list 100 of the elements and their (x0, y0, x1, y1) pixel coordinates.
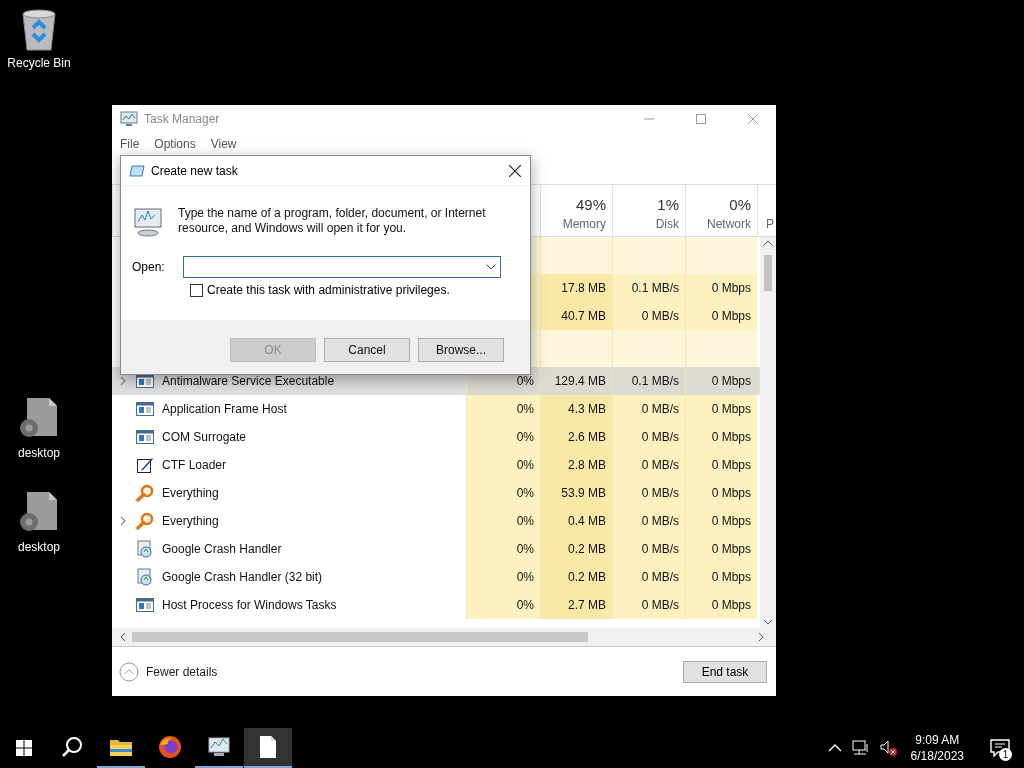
open-combobox[interactable] (182, 256, 501, 278)
horizontal-scrollbar[interactable] (112, 628, 776, 647)
expand-chevron-icon[interactable] (120, 516, 126, 526)
window-title: Task Manager (144, 112, 220, 126)
column-header[interactable]: Disk (655, 217, 679, 231)
monitor-chart-icon (120, 111, 138, 127)
magnifier-icon (136, 484, 154, 502)
table-cell: 0 MB/s (612, 563, 685, 591)
table-cell: 0.2 MB (540, 563, 612, 591)
desktop-icon-label[interactable]: desktop (18, 540, 60, 554)
desktop-icon-label[interactable]: Recycle Bin (7, 56, 71, 70)
notification-badge: 1 (999, 748, 1012, 761)
table-cell (685, 237, 757, 274)
process-name: COM Surrogate (162, 430, 247, 444)
clock-date[interactable]: 6/18/2023 (910, 748, 964, 764)
table-cell: 0 Mbps (685, 302, 757, 330)
table-cell: 0% (466, 507, 540, 535)
table-cell: 0 Mbps (685, 274, 757, 302)
scrollbar-thumb[interactable] (132, 632, 588, 642)
dialog-title: Create new task (151, 163, 238, 178)
checkbox-label[interactable]: Create this task with administrative privileges. (207, 283, 450, 297)
notification-icon[interactable] (990, 739, 1010, 757)
menu-item[interactable]: View (206, 137, 241, 151)
document-icon[interactable] (258, 735, 278, 759)
app-window-icon (136, 597, 154, 613)
taskbar-app[interactable] (244, 728, 292, 768)
table-cell: 0 MB/s (612, 451, 685, 479)
table-cell: 0 MB/s (612, 535, 685, 563)
table-cell: 0 MB/s (612, 423, 685, 451)
desktop-icon-label[interactable]: desktop (18, 446, 60, 460)
column-header[interactable]: Network (707, 217, 751, 231)
process-name: Everything (162, 514, 219, 528)
table-cell (685, 330, 757, 367)
browser-icon[interactable] (158, 735, 182, 759)
chevron-up-icon[interactable] (827, 743, 842, 753)
clock-time[interactable]: 9:09 AM (915, 732, 960, 748)
dialog-button[interactable]: Browse... (418, 338, 504, 362)
process-name: CTF Loader (162, 458, 227, 472)
expand-chevron-icon[interactable] (120, 376, 126, 386)
process-name: Host Process for Windows Tasks (162, 598, 337, 612)
column-percent[interactable]: 1% (657, 196, 679, 213)
app-window-icon (136, 429, 154, 445)
pen-document-icon (136, 456, 154, 474)
table-cell: 129.4 MB (540, 367, 612, 395)
column-percent[interactable]: 0% (729, 196, 751, 213)
table-cell: 2.7 MB (540, 591, 612, 619)
table-cell: 0.4 MB (540, 507, 612, 535)
table-cell: 40.7 MB (540, 302, 612, 330)
table-cell: 17.8 MB (540, 274, 612, 302)
app-window-icon (136, 401, 154, 417)
column-header[interactable]: Memory (562, 217, 606, 231)
recycle-bin-icon[interactable] (19, 8, 59, 52)
table-cell: 0% (466, 535, 540, 563)
dialog-message: Type the name of a program, folder, document, or Internet resource, and Windows will open it for you. (178, 206, 487, 237)
column-percent[interactable]: 49% (575, 196, 606, 213)
maximize-icon[interactable] (696, 114, 706, 124)
menu-item[interactable]: File (116, 137, 144, 151)
monitor-chart-icon[interactable] (207, 736, 231, 758)
magnifier-icon (136, 512, 154, 530)
folder-icon[interactable] (109, 737, 133, 757)
table-cell: 0 MB/s (612, 302, 685, 330)
table-cell: 2.8 MB (540, 451, 612, 479)
admin-checkbox[interactable] (190, 283, 203, 297)
table-cell: 0% (466, 591, 540, 619)
open-label: Open: (132, 260, 165, 274)
table-cell: 0% (466, 563, 540, 591)
process-name: Google Crash Handler (162, 542, 282, 556)
fewer-details-link[interactable]: Fewer details (119, 661, 218, 682)
table-cell: 53.9 MB (540, 479, 612, 507)
table-cell: 0% (466, 479, 540, 507)
dialog-button[interactable]: Cancel (324, 338, 410, 362)
crash-handler-icon (136, 540, 154, 558)
table-cell: 0% (466, 395, 540, 423)
column-header[interactable]: P (766, 217, 774, 231)
process-name: Google Crash Handler (32 bit) (162, 570, 323, 584)
table-cell: 0 Mbps (685, 507, 757, 535)
scrollbar-thumb[interactable] (764, 255, 772, 291)
table-cell: 0 Mbps (685, 367, 757, 395)
table-cell: 0.1 MB/s (612, 274, 685, 302)
table-cell: 0 MB/s (612, 591, 685, 619)
table-cell: 0 MB/s (612, 395, 685, 423)
table-cell: 0 Mbps (685, 395, 757, 423)
table-cell: 0 Mbps (685, 479, 757, 507)
table-cell: 0 MB/s (612, 479, 685, 507)
table-cell: 2.6 MB (540, 423, 612, 451)
run-icon (129, 164, 145, 177)
network-icon[interactable] (851, 740, 870, 756)
table-cell: 0 Mbps (685, 423, 757, 451)
table-cell: 0% (466, 451, 540, 479)
table-cell (540, 330, 612, 367)
close-icon[interactable] (509, 164, 521, 177)
end-task-button[interactable]: End task (683, 660, 767, 683)
table-cell: 0 Mbps (685, 451, 757, 479)
vertical-scrollbar[interactable] (760, 237, 776, 628)
dropdown-caret-icon[interactable] (485, 264, 496, 270)
menu-item[interactable]: Options (150, 137, 200, 151)
muted-speaker-icon[interactable] (879, 740, 898, 756)
process-name: Antimalware Service Executable (162, 374, 335, 388)
table-cell: 0 MB/s (612, 507, 685, 535)
table-cell: 0.2 MB (540, 535, 612, 563)
